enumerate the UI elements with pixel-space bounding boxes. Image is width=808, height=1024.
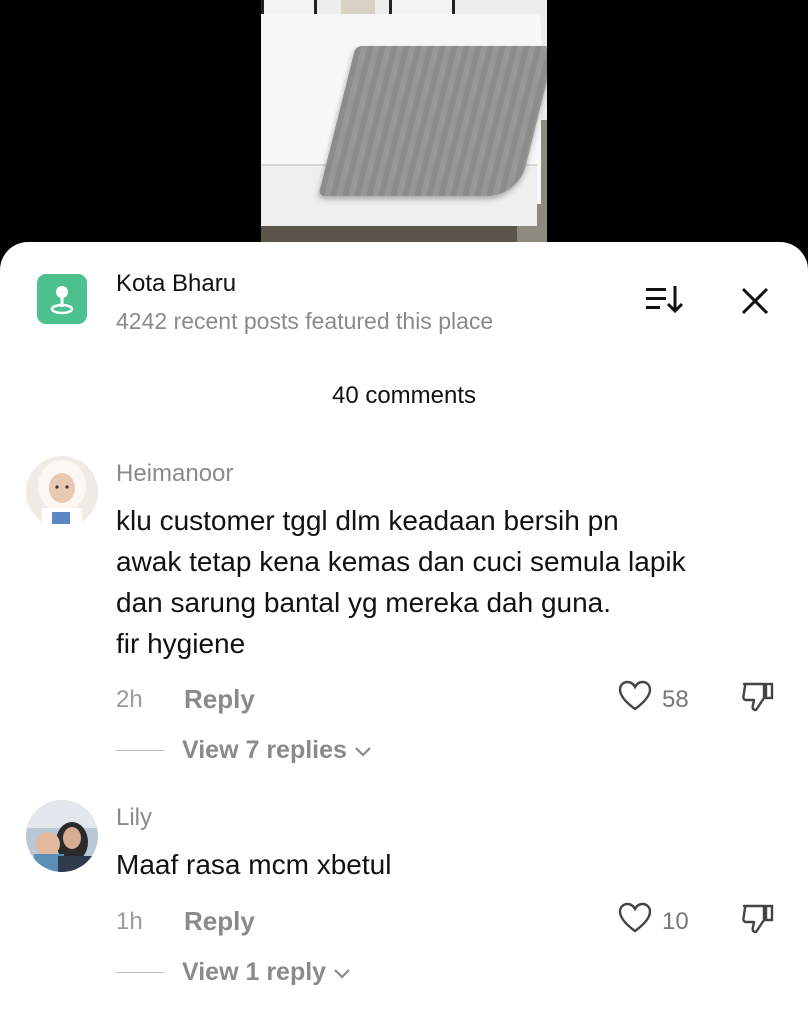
comment-text: klu customer tggl dlm keadaan bersih pn …: [116, 500, 786, 664]
avatar[interactable]: [26, 456, 98, 528]
reply-button[interactable]: Reply: [184, 684, 255, 715]
comment-time: 1h: [116, 908, 143, 935]
comment-text-line: fir hygiene: [116, 628, 246, 659]
heart-icon[interactable]: [618, 680, 652, 717]
location-subtitle: 4242 recent posts featured this place: [116, 308, 494, 334]
comment-text-line: awak tetap kena kemas dan cuci semula la…: [116, 546, 686, 577]
reply-button[interactable]: Reply: [184, 906, 255, 937]
chevron-down-icon: [355, 747, 371, 757]
comment-text-line: Maaf rasa mcm xbetul: [116, 849, 392, 880]
location-pin-icon[interactable]: [37, 274, 87, 324]
comment-time: 2h: [116, 686, 143, 713]
replies-divider: [116, 750, 164, 751]
dislike-icon[interactable]: [740, 680, 776, 719]
sort-button[interactable]: [644, 282, 684, 316]
comment-text-line: dan sarung bantal yg mereka dah guna.: [116, 587, 612, 618]
location-title[interactable]: Kota Bharu: [116, 270, 236, 298]
comment-username[interactable]: Lily: [116, 804, 152, 832]
bed-throw: [318, 46, 547, 196]
sort-icon: [646, 286, 684, 314]
view-replies-button[interactable]: View 1 reply: [182, 958, 351, 987]
avatar[interactable]: [26, 800, 98, 872]
comment-text: Maaf rasa mcm xbetul: [116, 844, 786, 885]
view-replies-button[interactable]: View 7 replies: [182, 736, 372, 765]
like-count: 10: [662, 908, 689, 935]
heart-icon[interactable]: [618, 902, 652, 939]
view-replies-label: View 1 reply: [182, 958, 327, 986]
close-button[interactable]: [736, 282, 774, 320]
video-thumbnail[interactable]: [261, 0, 547, 242]
like-count: 58: [662, 686, 689, 713]
comments-sheet: Kota Bharu 4242 recent posts featured th…: [0, 242, 808, 1024]
view-replies-label: View 7 replies: [182, 736, 347, 764]
chevron-down-icon: [334, 969, 350, 979]
comments-count: 40 comments: [331, 382, 477, 409]
comment-username[interactable]: Heimanoor: [116, 460, 233, 488]
dislike-icon[interactable]: [740, 902, 776, 941]
replies-divider: [116, 972, 164, 973]
comment-text-line: klu customer tggl dlm keadaan bersih pn: [116, 505, 619, 536]
bed: [261, 14, 547, 226]
close-icon: [741, 287, 769, 315]
video-preview[interactable]: [0, 0, 808, 260]
